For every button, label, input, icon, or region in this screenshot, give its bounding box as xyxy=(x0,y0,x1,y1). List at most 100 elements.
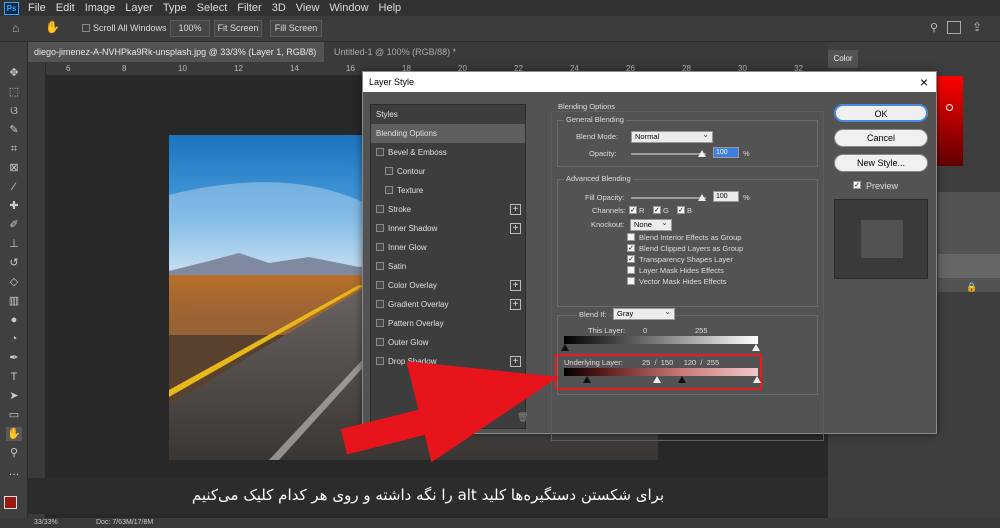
opacity-input[interactable]: 100 xyxy=(713,147,739,158)
style-item[interactable]: Gradient Overlay + xyxy=(371,295,525,314)
marquee-tool-icon[interactable]: ⬚ xyxy=(6,85,22,99)
scroll-all-windows-checkbox[interactable] xyxy=(82,24,90,32)
quick-select-tool-icon[interactable]: ✎ xyxy=(6,123,22,137)
menu-edit[interactable]: Edit xyxy=(51,2,80,14)
blend-clipped-checkbox[interactable]: ✓ xyxy=(627,244,635,252)
color-picker-field[interactable] xyxy=(933,76,963,166)
add-effect-icon[interactable]: + xyxy=(510,299,521,310)
menu-help[interactable]: Help xyxy=(374,2,407,14)
style-item[interactable]: Texture xyxy=(371,181,525,200)
fill-opacity-slider[interactable] xyxy=(631,197,706,199)
gradient-tool-icon[interactable]: ▥ xyxy=(6,294,22,308)
fill-opacity-slider-thumb[interactable] xyxy=(698,194,706,201)
opacity-slider-thumb[interactable] xyxy=(698,150,706,157)
ok-button[interactable]: OK xyxy=(834,104,928,122)
blur-tool-icon[interactable]: ● xyxy=(6,313,22,327)
style-item-checkbox[interactable] xyxy=(376,300,384,308)
brush-tool-icon[interactable]: ✐ xyxy=(6,218,22,232)
add-effect-icon[interactable]: + xyxy=(510,204,521,215)
menu-view[interactable]: View xyxy=(291,2,325,14)
style-item[interactable]: Pattern Overlay xyxy=(371,314,525,333)
color-picker-marker[interactable] xyxy=(946,104,953,111)
add-effect-icon[interactable]: + xyxy=(510,280,521,291)
hand-tool-icon[interactable]: ✋ xyxy=(45,20,60,34)
menu-select[interactable]: Select xyxy=(192,2,233,14)
menu-type[interactable]: Type xyxy=(158,2,192,14)
style-item-checkbox[interactable] xyxy=(376,319,384,327)
knockout-select[interactable]: None xyxy=(630,218,672,231)
workspace-icon[interactable] xyxy=(947,21,961,34)
opacity-slider[interactable] xyxy=(631,153,706,155)
vector-mask-hides-checkbox[interactable] xyxy=(627,277,635,285)
style-item[interactable]: Bevel & Emboss xyxy=(371,143,525,162)
menu-layer[interactable]: Layer xyxy=(120,2,158,14)
menu-filter[interactable]: Filter xyxy=(232,2,266,14)
dodge-tool-icon[interactable]: ◔ xyxy=(6,332,22,346)
channel-b-checkbox[interactable]: ✓ xyxy=(677,206,685,214)
underlying-white-thumb-left[interactable] xyxy=(678,376,686,383)
healing-brush-tool-icon[interactable]: ✚ xyxy=(6,199,22,213)
style-item[interactable]: Satin xyxy=(371,257,525,276)
frame-tool-icon[interactable]: ⊠ xyxy=(6,161,22,175)
fill-opacity-input[interactable]: 100 xyxy=(713,191,739,202)
channel-r-checkbox[interactable]: ✓ xyxy=(629,206,637,214)
pen-tool-icon[interactable]: ✒ xyxy=(6,351,22,365)
menu-file[interactable]: File xyxy=(23,2,51,14)
style-item-checkbox[interactable] xyxy=(376,262,384,270)
underlying-black-thumb-left[interactable] xyxy=(583,376,591,383)
style-item[interactable]: Blending Options xyxy=(371,124,525,143)
style-item-checkbox[interactable] xyxy=(376,281,384,289)
style-item-checkbox[interactable] xyxy=(385,167,393,175)
blend-if-select[interactable]: Gray xyxy=(613,307,675,320)
add-effect-icon[interactable]: + xyxy=(510,223,521,234)
style-item-checkbox[interactable] xyxy=(376,243,384,251)
foreground-color-swatch[interactable] xyxy=(4,496,17,509)
lasso-tool-icon[interactable]: ଓ xyxy=(6,104,22,118)
home-icon[interactable]: ⌂ xyxy=(12,21,19,35)
new-style-button[interactable]: New Style... xyxy=(834,154,928,172)
preview-checkbox[interactable]: ✓ xyxy=(853,181,861,189)
style-item-checkbox[interactable] xyxy=(385,186,393,194)
share-icon[interactable]: ⇪ xyxy=(972,20,982,34)
menu-3d[interactable]: 3D xyxy=(267,2,291,14)
style-item-checkbox[interactable] xyxy=(376,148,384,156)
underlying-white-thumb-right[interactable] xyxy=(753,376,761,383)
close-icon[interactable]: × xyxy=(916,74,932,90)
zoom-tool-icon[interactable]: ⚲ xyxy=(6,446,22,460)
rectangle-tool-icon[interactable]: ▭ xyxy=(6,408,22,422)
hand-tool-icon[interactable]: ✋ xyxy=(6,427,22,441)
style-item[interactable]: Contour xyxy=(371,162,525,181)
style-item[interactable]: Inner Glow xyxy=(371,238,525,257)
eraser-tool-icon[interactable]: ◇ xyxy=(6,275,22,289)
blend-interior-checkbox[interactable] xyxy=(627,233,635,241)
style-item-checkbox[interactable] xyxy=(376,205,384,213)
blend-mode-select[interactable]: Normal xyxy=(631,130,713,143)
style-item[interactable]: Color Overlay + xyxy=(371,276,525,295)
history-brush-tool-icon[interactable]: ↺ xyxy=(6,256,22,270)
more-tools-icon[interactable]: … xyxy=(6,465,22,479)
style-item[interactable]: Stroke + xyxy=(371,200,525,219)
channel-g-checkbox[interactable]: ✓ xyxy=(653,206,661,214)
clone-stamp-tool-icon[interactable]: ⊥ xyxy=(6,237,22,251)
layer-mask-hides-checkbox[interactable] xyxy=(627,266,635,274)
crop-tool-icon[interactable]: ⌗ xyxy=(6,142,22,156)
fill-screen-button[interactable]: Fill Screen xyxy=(270,20,322,37)
menu-window[interactable]: Window xyxy=(324,2,373,14)
tab-document-2[interactable]: Untitled-1 @ 100% (RGB/88) * × xyxy=(328,42,468,77)
layer-row-selected[interactable] xyxy=(938,254,1000,278)
fit-screen-button[interactable]: Fit Screen xyxy=(214,20,262,37)
path-selection-tool-icon[interactable]: ➤ xyxy=(6,389,22,403)
transparency-shapes-checkbox[interactable]: ✓ xyxy=(627,255,635,263)
menu-image[interactable]: Image xyxy=(80,2,121,14)
move-tool-icon[interactable]: ✥ xyxy=(6,66,22,80)
search-icon[interactable]: ⚲ xyxy=(930,21,938,34)
tab-document-1[interactable]: diego-jimenez-A-NVHPka9Rk-unsplash.jpg @… xyxy=(28,42,324,77)
underlying-black-thumb-right[interactable] xyxy=(653,376,661,383)
style-item[interactable]: Inner Shadow + xyxy=(371,219,525,238)
color-tab[interactable]: Color xyxy=(828,50,858,68)
this-layer-white-thumb[interactable] xyxy=(752,344,760,351)
styles-header[interactable]: Styles xyxy=(371,105,525,124)
cancel-button[interactable]: Cancel xyxy=(834,129,928,147)
type-tool-icon[interactable]: T xyxy=(6,370,22,384)
style-item-checkbox[interactable] xyxy=(376,224,384,232)
